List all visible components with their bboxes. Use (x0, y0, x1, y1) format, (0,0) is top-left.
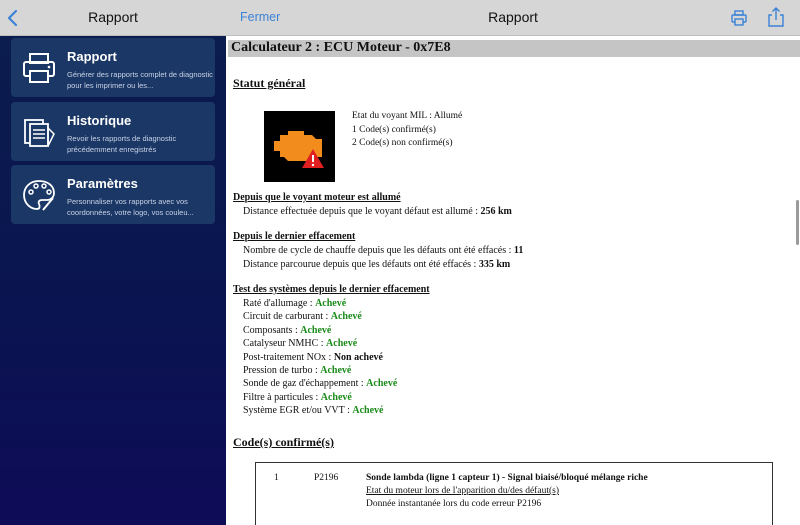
print-icon[interactable] (730, 9, 748, 27)
sidebar-item-label: Paramètres (67, 176, 138, 191)
ecu-title: Calculateur 2 : ECU Moteur - 0x7E8 (231, 40, 451, 55)
sidebar: Rapport Rapport Générer des rapports com… (0, 0, 226, 525)
code-description: Sonde lambda (ligne 1 capteur 1) - Signa… (366, 473, 648, 483)
system-test-label: Circuit de carburant : (243, 311, 331, 323)
system-test-row: Circuit de carburant : Achevé (243, 311, 362, 322)
sidebar-header: Rapport (0, 0, 226, 36)
system-test-row: Raté d'allumage : Achevé (243, 298, 346, 309)
engine-state-link[interactable]: Etat du moteur lors de l'apparition du/d… (366, 486, 559, 496)
system-test-row: Composants : Achevé (243, 325, 331, 336)
code-value: P2196 (314, 473, 339, 483)
sidebar-item-label: Historique (67, 113, 132, 128)
system-test-status: Achevé (320, 391, 352, 403)
distance-since-clear-value: 335 km (478, 259, 511, 270)
since-mil-distance-label: Distance effectuée depuis que le voyant … (243, 206, 481, 217)
sidebar-item-rapport[interactable]: Rapport Générer des rapports complet de … (11, 38, 215, 97)
engine-warning-icon (264, 111, 335, 182)
system-test-row: Filtre à particules : Achevé (243, 392, 352, 403)
mil-state: Etat du voyant MIL : Allumé (352, 111, 463, 121)
system-test-row: Pression de turbo : Achevé (243, 365, 351, 376)
sidebar-item-description: Revoir les rapports de diagnostic précéd… (67, 134, 177, 154)
system-test-label: Raté d'allumage : (243, 298, 316, 309)
since-mil-distance-value: 256 km (480, 206, 512, 217)
sidebar-item-description: Personnaliser vos rapports avec vos coor… (67, 197, 194, 217)
system-test-status: Non achevé (333, 351, 383, 363)
sidebar-item-parametres[interactable]: Paramètres Personnaliser vos rapports av… (11, 165, 215, 224)
report-panel: Fermer Rapport Calculateur 2 : ECU Moteu… (226, 0, 800, 525)
system-test-label: Filtre à particules : (243, 391, 321, 403)
snapshot-label: Donnée instantanée lors du code erreur P… (366, 499, 542, 509)
distance-since-clear-label: Distance parcourue depuis que les défaut… (243, 259, 479, 270)
warmup-cycles: Nombre de cycle de chauffe depuis que le… (243, 245, 523, 256)
ecu-title-bar: Calculateur 2 : ECU Moteur - 0x7E8 (228, 40, 800, 57)
system-test-status: Achevé (330, 311, 362, 323)
system-test-status: Achevé (366, 378, 398, 390)
since-clear-heading: Depuis le dernier effacement (233, 231, 356, 242)
scrollbar[interactable] (796, 200, 799, 245)
system-test-row: Post-traitement NOx : Non achevé (243, 352, 383, 363)
report-document: Calculateur 2 : ECU Moteur - 0x7E8 Statu… (226, 40, 800, 525)
since-mil-heading: Depuis que le voyant moteur est allumé (233, 192, 401, 203)
unconfirmed-count: 2 Code(s) non confirmé(s) (352, 138, 453, 148)
share-icon[interactable] (768, 7, 784, 27)
warmup-cycles-label: Nombre de cycle de chauffe depuis que le… (243, 245, 514, 256)
palette-icon (23, 180, 55, 211)
warmup-cycles-value: 11 (513, 245, 524, 256)
code-index: 1 (274, 473, 279, 483)
page-title: Rapport (488, 9, 538, 25)
sidebar-item-historique[interactable]: Historique Revoir les rapports de diagno… (11, 102, 215, 161)
general-status-heading: Statut général (233, 76, 306, 90)
system-test-label: Post-traitement NOx : (243, 351, 334, 363)
confirmed-count: 1 Code(s) confirmé(s) (352, 125, 436, 135)
system-test-row: Système EGR et/ou VVT : Achevé (243, 405, 383, 416)
confirmed-codes-table: 1 P2196 Sonde lambda (ligne 1 capteur 1)… (255, 462, 773, 525)
system-test-label: Sonde de gaz d'échappement : (243, 378, 367, 390)
distance-since-clear: Distance parcourue depuis que les défaut… (243, 259, 510, 270)
history-documents-icon (24, 119, 55, 147)
sidebar-item-label: Rapport (67, 49, 117, 64)
confirmed-codes-heading: Code(s) confirmé(s) (233, 435, 334, 449)
system-test-status: Achevé (326, 338, 358, 350)
main-header: Fermer Rapport (226, 0, 800, 36)
system-test-row: Catalyseur NMHC : Achevé (243, 338, 357, 349)
system-test-status: Achevé (320, 365, 352, 376)
since-mil-distance: Distance effectuée depuis que le voyant … (243, 206, 512, 217)
system-test-label: Système EGR et/ou VVT : (243, 405, 353, 417)
printer-icon (23, 53, 55, 83)
sidebar-title: Rapport (88, 9, 138, 25)
system-test-status: Achevé (315, 298, 347, 309)
system-test-status: Achevé (352, 405, 384, 417)
system-test-status: Achevé (300, 324, 332, 336)
system-test-label: Catalyseur NMHC : (243, 338, 327, 350)
sidebar-item-description: Générer des rapports complet de diagnost… (67, 70, 213, 90)
system-test-row: Sonde de gaz d'échappement : Achevé (243, 378, 397, 389)
system-test-label: Composants : (243, 324, 301, 336)
tests-heading: Test des systèmes depuis le dernier effa… (233, 284, 430, 295)
system-test-label: Pression de turbo : (243, 365, 321, 376)
